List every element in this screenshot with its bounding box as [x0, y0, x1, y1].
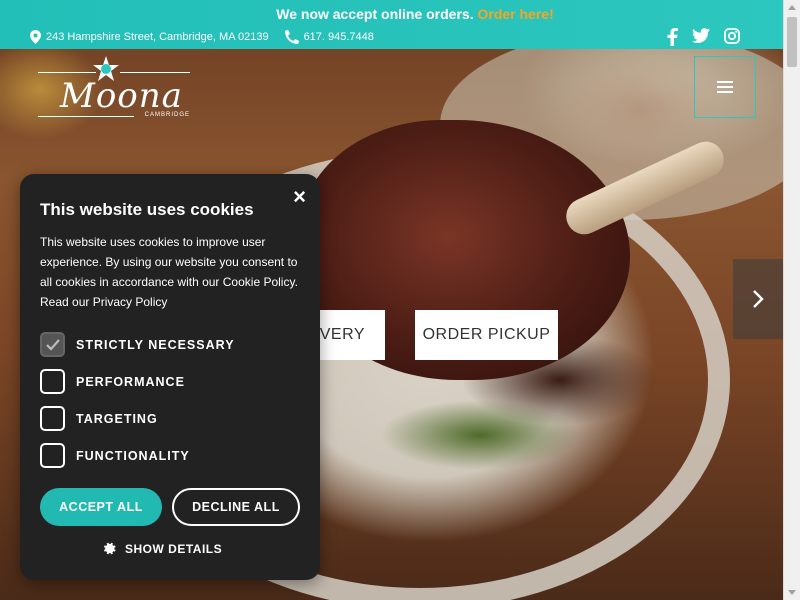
moona-logo[interactable]: Moona CAMBRIDGE	[38, 56, 190, 122]
address[interactable]: 243 Hampshire Street, Cambridge, MA 0213…	[30, 30, 269, 44]
address-text: 243 Hampshire Street, Cambridge, MA 0213…	[46, 31, 269, 43]
order-pickup-button[interactable]: ORDER PICKUP	[415, 310, 558, 360]
facebook-icon[interactable]	[666, 28, 678, 46]
order-here-link[interactable]: Order here!	[477, 6, 553, 22]
cookie-description: This website uses cookies to improve use…	[40, 235, 298, 309]
scroll-thumb[interactable]	[787, 17, 797, 67]
instagram-icon[interactable]	[724, 28, 740, 44]
option-targeting[interactable]: TARGETING	[40, 406, 158, 431]
decline-all-button[interactable]: DECLINE ALL	[172, 488, 300, 526]
page-scrollbar[interactable]	[783, 0, 800, 600]
logo-subtitle: CAMBRIDGE	[144, 112, 190, 118]
show-details-button[interactable]: SHOW DETAILS	[102, 541, 222, 556]
phone-text: 617. 945.7448	[303, 31, 374, 43]
gear-icon	[103, 542, 116, 555]
logo-wordmark: Moona	[60, 76, 183, 116]
scroll-up-arrow[interactable]	[788, 5, 796, 10]
logo-rule-left	[38, 72, 96, 73]
slider-next-button[interactable]	[733, 259, 783, 339]
option-strictly-necessary[interactable]: STRICTLY NECESSARY	[40, 332, 235, 357]
contact-info: 243 Hampshire Street, Cambridge, MA 0213…	[30, 30, 390, 44]
menu-button[interactable]	[694, 56, 756, 118]
checkbox-targeting[interactable]	[40, 406, 65, 431]
announcement: We now accept online orders. Order here!	[0, 6, 800, 22]
option-label: PERFORMANCE	[76, 374, 185, 389]
phone-icon	[284, 30, 299, 44]
map-pin-icon	[30, 30, 41, 44]
social-links	[666, 28, 740, 46]
cookie-consent-modal: × This website uses cookies This website…	[20, 174, 320, 580]
logo-rule-right	[120, 72, 190, 73]
check-icon	[45, 338, 60, 351]
checkbox-functionality[interactable]	[40, 443, 65, 468]
option-label: TARGETING	[76, 411, 158, 426]
accept-all-button[interactable]: ACCEPT ALL	[40, 488, 162, 526]
twitter-icon[interactable]	[692, 28, 710, 44]
option-performance[interactable]: PERFORMANCE	[40, 369, 185, 394]
garnish	[380, 400, 580, 470]
close-icon[interactable]: ×	[293, 186, 306, 208]
checkbox-performance[interactable]	[40, 369, 65, 394]
checkbox-strictly-necessary[interactable]	[40, 332, 65, 357]
option-functionality[interactable]: FUNCTIONALITY	[40, 443, 190, 468]
hamburger-icon	[717, 86, 733, 88]
show-details-label: SHOW DETAILS	[125, 541, 223, 556]
chevron-right-icon	[753, 290, 764, 308]
logo-rule-bottom	[38, 116, 134, 117]
phone[interactable]: 617. 945.7448	[284, 30, 374, 44]
option-label: FUNCTIONALITY	[76, 448, 190, 463]
announcement-text: We now accept online orders.	[276, 6, 474, 22]
option-label: STRICTLY NECESSARY	[76, 337, 235, 352]
scroll-down-arrow[interactable]	[788, 590, 796, 595]
cookie-title: This website uses cookies	[40, 200, 254, 219]
top-bar: We now accept online orders. Order here!…	[0, 0, 783, 49]
